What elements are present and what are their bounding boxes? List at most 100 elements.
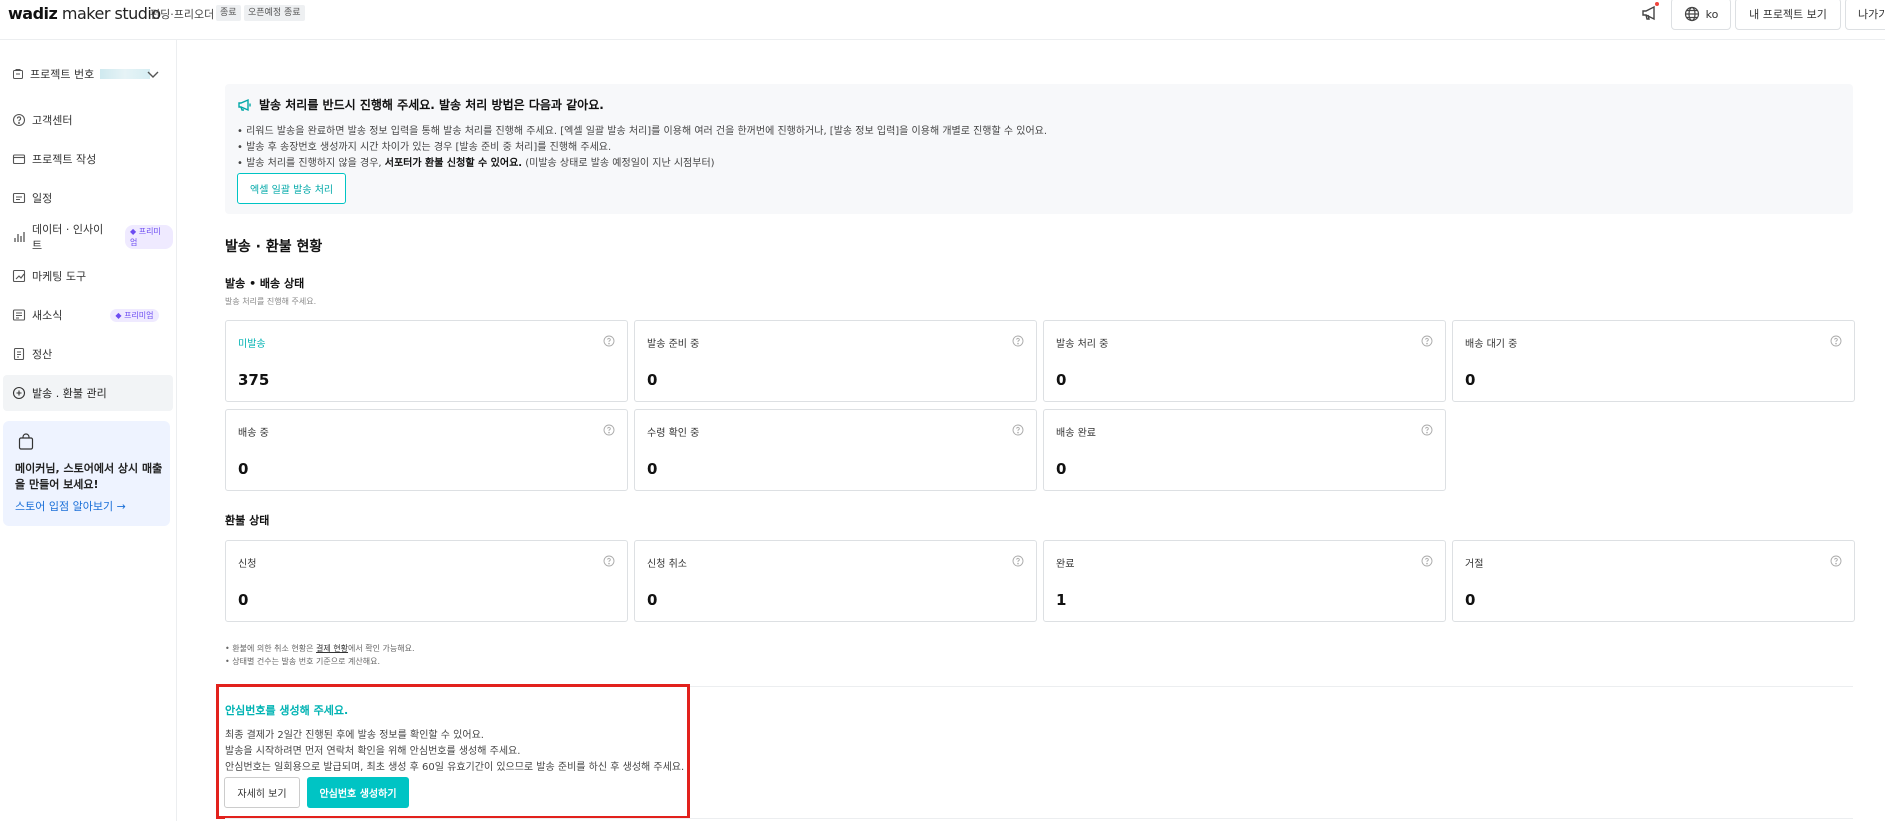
card-label: 신청 취소 xyxy=(647,559,687,570)
header-subtitle: 펀딩·프리오더 xyxy=(150,8,215,21)
sidebar-item-shipping-refund[interactable]: 발송 . 환불 관리 xyxy=(3,375,173,411)
help-icon[interactable] xyxy=(603,424,615,436)
project-number-redacted xyxy=(100,69,151,79)
help-icon[interactable] xyxy=(603,555,615,567)
shipping-status-title: 발송 • 배송 상태 xyxy=(225,277,305,290)
premium-badge: ◆ 프리미엄 xyxy=(110,308,159,322)
card-value: 0 xyxy=(647,371,658,389)
sidebar-item-data-insight[interactable]: 데이터 · 인사이트 ◆ 프리미엄 xyxy=(3,219,173,255)
sidebar-item-schedule[interactable]: 일정 xyxy=(3,180,173,216)
safe-number-line-1: 최종 결제가 2일간 진행된 후에 발송 정보를 확인할 수 있어요. xyxy=(225,730,484,741)
card-label: 수령 확인 중 xyxy=(647,428,700,439)
sidebar: 프로젝트 번호 고객센터 프로젝트 작성 일정 데이터 · 인사이트 ◆ 프리미… xyxy=(0,40,177,821)
notification-dot xyxy=(1655,2,1659,6)
safe-number-line-2: 발송을 시작하려면 먼저 연락처 확인을 위해 안심번호를 생성해 주세요. xyxy=(225,746,521,757)
payment-status-link[interactable]: 결제 현황 xyxy=(316,644,348,653)
safe-number-line-3: 안심번호는 일회용으로 발급되며, 최초 생성 후 60일 유효기간이 있으므로… xyxy=(225,762,685,773)
globe-icon xyxy=(1684,6,1699,22)
document-icon xyxy=(13,347,25,361)
premium-badge: ◆ 프리미엄 xyxy=(125,225,173,249)
sidebar-item-label: 일정 xyxy=(32,192,53,205)
note-text: 에서 확인 가능해요. xyxy=(348,644,415,653)
card-label: 발송 준비 중 xyxy=(647,339,700,350)
help-icon[interactable] xyxy=(1830,555,1842,567)
project-icon xyxy=(13,69,23,79)
card-value: 0 xyxy=(1465,371,1476,389)
notice-line-3: • 발송 처리를 진행하지 않을 경우, 서포터가 환불 신청할 수 있어요. … xyxy=(237,154,715,169)
refund-card-completed[interactable]: 완료 1 xyxy=(1043,540,1446,622)
sidebar-item-settlement[interactable]: 정산 xyxy=(3,336,173,372)
calendar-icon xyxy=(12,192,26,204)
project-label: 프로젝트 번호 xyxy=(30,68,95,81)
help-icon[interactable] xyxy=(603,335,615,347)
folder-icon xyxy=(12,154,26,165)
status-card-delivered[interactable]: 배송 완료 0 xyxy=(1043,409,1446,491)
status-card-delivery-waiting[interactable]: 배송 대기 중 0 xyxy=(1452,320,1855,402)
sidebar-item-label: 정산 xyxy=(32,348,53,361)
news-icon xyxy=(12,309,26,321)
card-value: 1 xyxy=(1056,591,1067,609)
sidebar-item-marketing[interactable]: 마케팅 도구 xyxy=(3,258,173,294)
sidebar-item-label: 새소식 xyxy=(32,309,63,322)
store-promo-card: 메이커님, 스토어에서 상시 매출을 만들어 보세요! 스토어 입점 알아보기 … xyxy=(3,421,170,526)
shipping-notice: 발송 처리를 반드시 진행해 주세요. 발송 처리 방법은 다음과 같아요. •… xyxy=(225,84,1853,214)
status-card-receipt-check[interactable]: 수령 확인 중 0 xyxy=(634,409,1037,491)
exit-button[interactable]: 나가기 xyxy=(1845,0,1885,30)
notice-line-1: • 리워드 발송을 완료하면 발송 정보 입력을 통해 발송 처리를 진행해 주… xyxy=(237,126,1048,137)
logo-sub: maker studio xyxy=(57,4,161,23)
project-selector[interactable]: 프로젝트 번호 xyxy=(12,62,167,86)
status-pill-end: 종료 xyxy=(216,5,241,21)
note-count-basis: • 상태별 건수는 발송 번호 기준으로 계산해요. xyxy=(225,657,380,666)
my-project-button[interactable]: 내 프로젝트 보기 xyxy=(1735,0,1841,30)
divider xyxy=(225,818,1853,819)
notice-title-text: 발송 처리를 반드시 진행해 주세요. 발송 처리 방법은 다음과 같아요. xyxy=(259,98,604,112)
help-icon[interactable] xyxy=(1012,555,1024,567)
megaphone-icon xyxy=(238,98,251,111)
help-icon[interactable] xyxy=(1421,555,1433,567)
generate-safe-number-button[interactable]: 안심번호 생성하기 xyxy=(307,777,409,808)
store-promo-link[interactable]: 스토어 입점 알아보기 → xyxy=(15,498,126,514)
help-icon[interactable] xyxy=(1421,335,1433,347)
sidebar-item-support[interactable]: 고객센터 xyxy=(3,102,173,138)
card-value: 0 xyxy=(647,460,658,478)
refund-card-requested[interactable]: 신청 0 xyxy=(225,540,628,622)
language-button[interactable]: ko xyxy=(1671,0,1731,30)
excel-bulk-ship-button[interactable]: 엑셀 일괄 발송 처리 xyxy=(237,173,347,204)
view-details-button[interactable]: 자세히 보기 xyxy=(224,777,300,808)
status-card-in-delivery[interactable]: 배송 중 0 xyxy=(225,409,628,491)
safe-number-title: 안심번호를 생성해 주세요. xyxy=(225,704,349,717)
card-value: 0 xyxy=(1056,460,1067,478)
chevron-down-icon xyxy=(147,71,159,78)
safe-number-alert: 안심번호를 생성해 주세요. 최종 결제가 2일간 진행된 후에 발송 정보를 … xyxy=(216,684,690,819)
status-card-not-shipped[interactable]: 미발송 375 xyxy=(225,320,628,402)
question-circle-icon xyxy=(12,113,26,127)
sidebar-item-project-write[interactable]: 프로젝트 작성 xyxy=(3,141,173,177)
status-card-processing[interactable]: 발송 처리 중 0 xyxy=(1043,320,1446,402)
logo[interactable]: wadiz maker studio xyxy=(8,4,161,23)
sidebar-item-news[interactable]: 새소식 ◆ 프리미엄 xyxy=(3,297,173,333)
store-promo-text: 메이커님, 스토어에서 상시 매출을 만들어 보세요! xyxy=(15,462,163,491)
shopping-bag-icon xyxy=(18,433,34,450)
refund-card-request-cancelled[interactable]: 신청 취소 0 xyxy=(634,540,1037,622)
top-bar: wadiz maker studio 펀딩·프리오더 종료 오픈예정 종료 ko… xyxy=(0,0,1885,40)
megaphone-icon[interactable] xyxy=(1640,3,1660,23)
card-label: 발송 처리 중 xyxy=(1056,339,1109,350)
status-card-preparing[interactable]: 발송 준비 중 0 xyxy=(634,320,1037,402)
card-value: 0 xyxy=(238,591,249,609)
logo-main: wadiz xyxy=(8,4,58,23)
sidebar-item-label: 데이터 · 인사이트 xyxy=(32,223,104,252)
refund-card-rejected[interactable]: 거절 0 xyxy=(1452,540,1855,622)
card-value: 0 xyxy=(647,591,658,609)
help-icon[interactable] xyxy=(1830,335,1842,347)
help-icon[interactable] xyxy=(1012,335,1024,347)
help-icon[interactable] xyxy=(1421,424,1433,436)
marketing-icon xyxy=(12,269,26,283)
status-pill-open-end: 오픈예정 종료 xyxy=(244,5,305,21)
sidebar-item-label: 마케팅 도구 xyxy=(32,270,87,283)
notice-title: 발송 처리를 반드시 진행해 주세요. 발송 처리 방법은 다음과 같아요. xyxy=(237,96,604,113)
notice-line-3-post: (미발송 상태로 발송 예정일이 지난 시점부터) xyxy=(522,158,715,169)
premium-badge-label: 프리미엄 xyxy=(124,310,154,320)
sidebar-item-label: 프로젝트 작성 xyxy=(32,153,97,166)
help-icon[interactable] xyxy=(1012,424,1024,436)
shipping-icon xyxy=(12,386,26,400)
